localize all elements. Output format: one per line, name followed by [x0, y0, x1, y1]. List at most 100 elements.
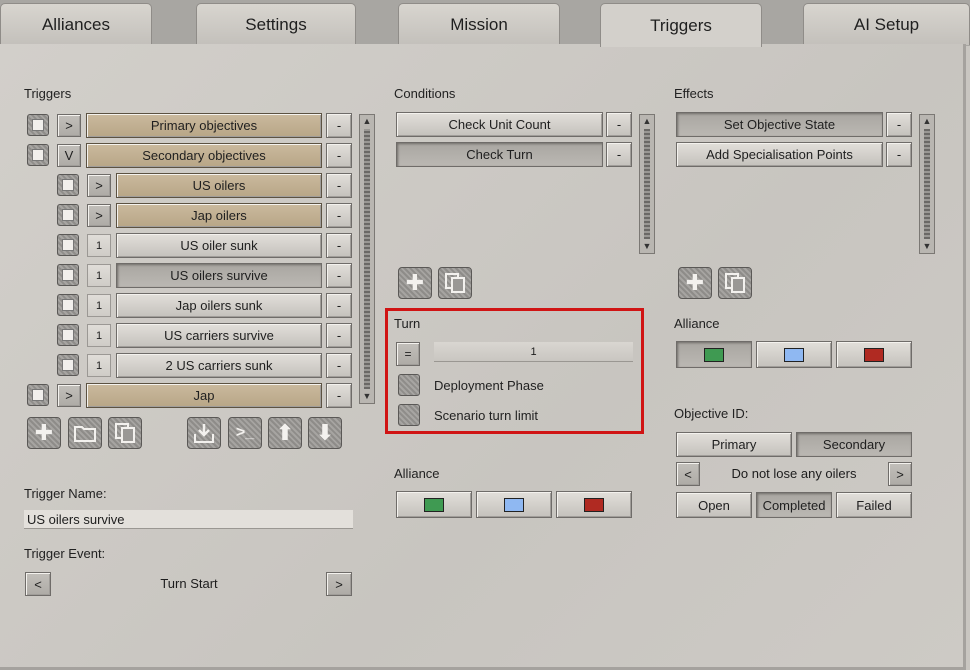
trigger-checkbox[interactable]: [57, 234, 79, 256]
trigger-event-next-button[interactable]: >: [326, 572, 352, 596]
add-effect-button[interactable]: ✚: [678, 267, 712, 299]
add-folder-button[interactable]: [68, 417, 102, 449]
trigger-expand-button[interactable]: >: [57, 384, 81, 407]
tab-ai-setup[interactable]: AI Setup: [803, 3, 970, 45]
copy-trigger-button[interactable]: [108, 417, 142, 449]
trigger-checkbox[interactable]: [57, 204, 79, 226]
remove-condition-button[interactable]: -: [606, 142, 632, 167]
condition-alliance-red-button[interactable]: [556, 491, 632, 518]
remove-trigger-button[interactable]: -: [326, 263, 352, 288]
folder-icon: [74, 426, 96, 442]
scroll-up-icon[interactable]: ▲: [360, 115, 374, 128]
triggers-scrollbar[interactable]: ▲ ▼: [359, 114, 375, 404]
add-icon: ✚: [405, 270, 425, 295]
trigger-checkbox[interactable]: [27, 144, 49, 166]
trigger-item[interactable]: US carriers survive: [116, 323, 322, 348]
add-condition-button[interactable]: ✚: [398, 267, 432, 299]
remove-trigger-button[interactable]: -: [326, 143, 352, 168]
condition-item[interactable]: Check Turn: [396, 142, 603, 167]
remove-trigger-button[interactable]: -: [326, 323, 352, 348]
scroll-down-icon[interactable]: ▼: [920, 240, 934, 253]
scroll-track[interactable]: [924, 129, 930, 239]
state-failed-button[interactable]: Failed: [836, 492, 912, 518]
objective-primary-button[interactable]: Primary: [676, 432, 792, 457]
move-up-button[interactable]: ⬆: [268, 417, 302, 449]
effect-item[interactable]: Add Specialisation Points: [676, 142, 883, 167]
trigger-count: 1: [87, 324, 111, 347]
turn-highlight-box: [385, 308, 644, 434]
trigger-checkbox[interactable]: [57, 294, 79, 316]
trigger-item[interactable]: Primary objectives: [86, 113, 322, 138]
objective-next-button[interactable]: >: [888, 462, 912, 486]
trigger-name-label: Trigger Name:: [24, 486, 107, 501]
objective-prev-button[interactable]: <: [676, 462, 700, 486]
remove-effect-button[interactable]: -: [886, 112, 912, 137]
console-icon: >_: [235, 424, 255, 441]
conditions-scrollbar[interactable]: ▲ ▼: [639, 114, 655, 254]
scroll-track[interactable]: [644, 129, 650, 239]
effects-scrollbar[interactable]: ▲ ▼: [919, 114, 935, 254]
tab-alliances[interactable]: Alliances: [0, 3, 152, 45]
effect-alliance-red-button[interactable]: [836, 341, 912, 368]
condition-alliance-blue-button[interactable]: [476, 491, 552, 518]
trigger-item[interactable]: 2 US carriers sunk: [116, 353, 322, 378]
remove-trigger-button[interactable]: -: [326, 353, 352, 378]
trigger-count: 1: [87, 264, 111, 287]
alliance-color-swatch: [864, 347, 884, 362]
console-button[interactable]: >_: [228, 417, 262, 449]
trigger-item[interactable]: US oiler sunk: [116, 233, 322, 258]
effect-item[interactable]: Set Objective State: [676, 112, 883, 137]
trigger-checkbox[interactable]: [57, 354, 79, 376]
trigger-checkbox[interactable]: [57, 264, 79, 286]
import-trigger-button[interactable]: [187, 417, 221, 449]
trigger-expand-button[interactable]: >: [87, 174, 111, 197]
scroll-up-icon[interactable]: ▲: [640, 115, 654, 128]
trigger-item[interactable]: Jap oilers sunk: [116, 293, 322, 318]
scroll-down-icon[interactable]: ▼: [640, 240, 654, 253]
add-trigger-button[interactable]: ✚: [27, 417, 61, 449]
trigger-item[interactable]: Jap oilers: [116, 203, 322, 228]
trigger-expand-button[interactable]: >: [57, 114, 81, 137]
tab-triggers[interactable]: Triggers: [600, 3, 762, 47]
move-down-button[interactable]: ⬇: [308, 417, 342, 449]
remove-trigger-button[interactable]: -: [326, 173, 352, 198]
remove-trigger-button[interactable]: -: [326, 113, 352, 138]
effect-alliance-green-button[interactable]: [676, 341, 752, 368]
scroll-up-icon[interactable]: ▲: [920, 115, 934, 128]
remove-condition-button[interactable]: -: [606, 112, 632, 137]
scroll-down-icon[interactable]: ▼: [360, 390, 374, 403]
condition-alliance-green-button[interactable]: [396, 491, 472, 518]
trigger-item[interactable]: US oilers survive: [116, 263, 322, 288]
copy-condition-button[interactable]: [438, 267, 472, 299]
tab-settings[interactable]: Settings: [196, 3, 356, 45]
state-completed-button[interactable]: Completed: [756, 492, 832, 518]
arrow-up-icon: ⬆: [275, 420, 295, 445]
alliance-color-swatch: [424, 497, 444, 512]
trigger-event-label: Trigger Event:: [24, 546, 106, 561]
remove-trigger-button[interactable]: -: [326, 203, 352, 228]
trigger-item[interactable]: Jap: [86, 383, 322, 408]
scroll-track[interactable]: [364, 129, 370, 389]
trigger-expand-button[interactable]: V: [57, 144, 81, 167]
remove-trigger-button[interactable]: -: [326, 383, 352, 408]
trigger-item[interactable]: US oilers: [116, 173, 322, 198]
trigger-checkbox[interactable]: [57, 174, 79, 196]
remove-trigger-button[interactable]: -: [326, 233, 352, 258]
trigger-item[interactable]: Secondary objectives: [86, 143, 322, 168]
arrow-down-icon: ⬇: [315, 420, 335, 445]
condition-item[interactable]: Check Unit Count: [396, 112, 603, 137]
remove-trigger-button[interactable]: -: [326, 293, 352, 318]
effect-alliance-blue-button[interactable]: [756, 341, 832, 368]
trigger-event-prev-button[interactable]: <: [25, 572, 51, 596]
objective-secondary-button[interactable]: Secondary: [796, 432, 912, 457]
state-open-button[interactable]: Open: [676, 492, 752, 518]
remove-effect-button[interactable]: -: [886, 142, 912, 167]
trigger-checkbox[interactable]: [27, 114, 49, 136]
trigger-name-field[interactable]: US oilers survive: [24, 510, 353, 529]
tab-mission[interactable]: Mission: [398, 3, 560, 45]
trigger-expand-button[interactable]: >: [87, 204, 111, 227]
trigger-checkbox[interactable]: [27, 384, 49, 406]
condition-alliance-label: Alliance: [394, 466, 440, 481]
copy-effect-button[interactable]: [718, 267, 752, 299]
trigger-checkbox[interactable]: [57, 324, 79, 346]
